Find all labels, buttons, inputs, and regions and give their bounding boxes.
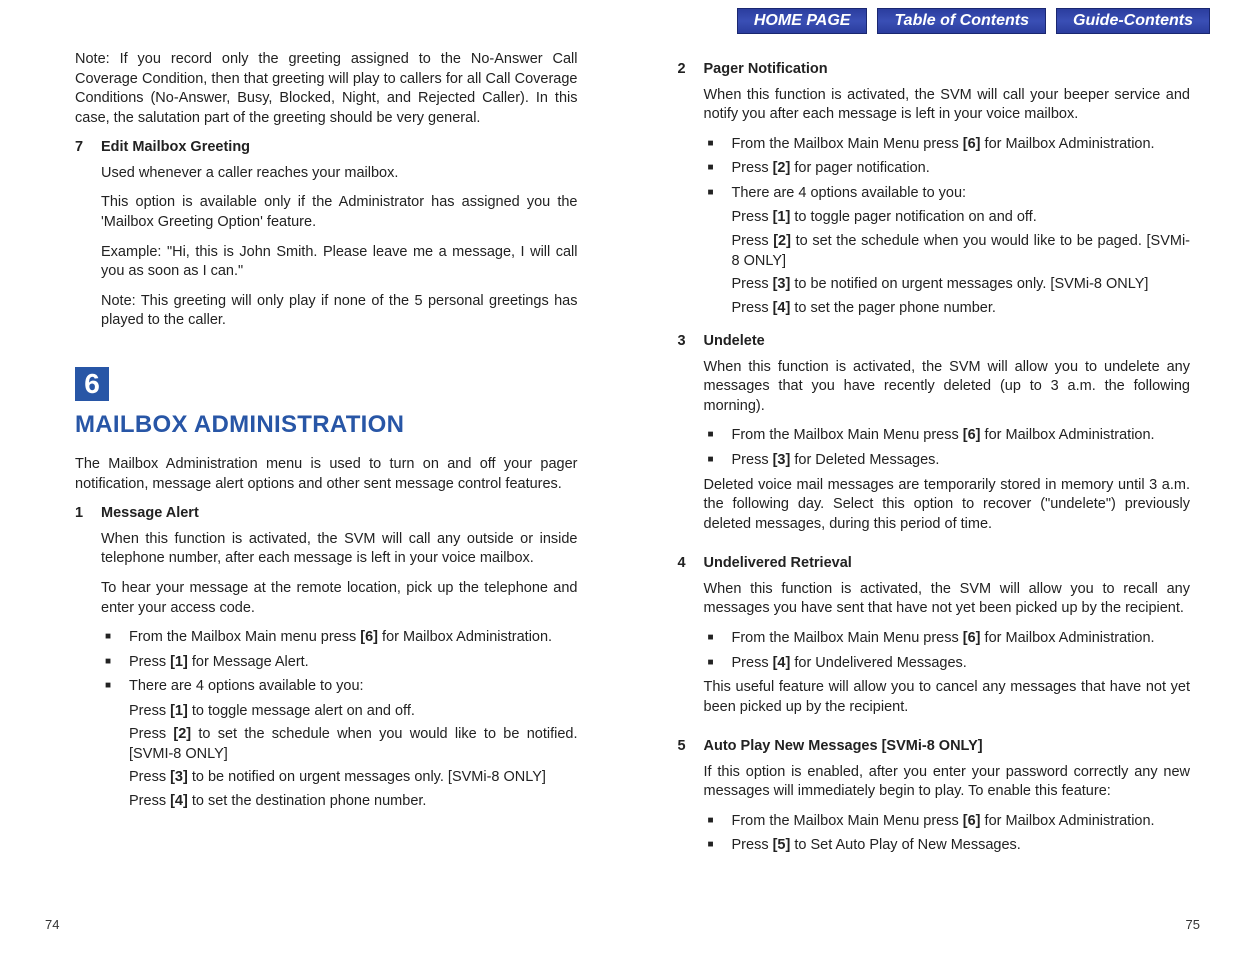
key-label: [3] xyxy=(773,452,791,468)
section-title: Undelivered Retrieval xyxy=(704,554,1191,574)
body-text: Used whenever a caller reaches your mail… xyxy=(101,164,578,184)
list-item: There are 4 options available to you: xyxy=(101,677,578,697)
key-label: [1] xyxy=(170,703,188,719)
chapter-heading: MAILBOX ADMINISTRATION xyxy=(75,409,578,441)
section-number: 1 xyxy=(75,504,101,815)
bullet-list: From the Mailbox Main menu press [6] for… xyxy=(101,628,578,697)
key-label: [6] xyxy=(360,629,378,645)
section-7: 7 Edit Mailbox Greeting Used whenever a … xyxy=(75,138,578,341)
list-item: Press [2] for pager notification. xyxy=(704,159,1191,179)
key-label: [6] xyxy=(963,813,981,829)
body-text: When this function is activated, the SVM… xyxy=(101,530,578,569)
list-item: Press [1] for Message Alert. xyxy=(101,653,578,673)
section-title: Edit Mailbox Greeting xyxy=(101,138,578,158)
body-text: Note: This greeting will only play if no… xyxy=(101,292,578,331)
key-label: [1] xyxy=(170,654,188,670)
list-item: From the Mailbox Main Menu press [6] for… xyxy=(704,629,1191,649)
press-line: Press [3] to be notified on urgent messa… xyxy=(101,768,578,788)
section-1: 1 Message Alert When this function is ac… xyxy=(75,504,578,815)
list-item: From the Mailbox Main Menu press [6] for… xyxy=(704,135,1191,155)
bullet-list: From the Mailbox Main Menu press [6] for… xyxy=(704,426,1191,470)
section-title: Pager Notification xyxy=(704,60,1191,80)
list-item: There are 4 options available to you: xyxy=(704,184,1191,204)
section-number: 3 xyxy=(678,332,704,544)
body-text: When this function is activated, the SVM… xyxy=(704,580,1191,619)
body-text: When this function is activated, the SVM… xyxy=(704,358,1191,417)
body-text: Example: "Hi, this is John Smith. Please… xyxy=(101,243,578,282)
page-number-left: 74 xyxy=(45,917,59,932)
section-title: Auto Play New Messages [SVMi-8 ONLY] xyxy=(704,737,1191,757)
press-line: Press [2] to set the schedule when you w… xyxy=(101,725,578,764)
section-4: 4 Undelivered Retrieval When this functi… xyxy=(678,554,1191,727)
key-label: [4] xyxy=(170,793,188,809)
section-number: 2 xyxy=(678,60,704,322)
chapter-number-box: 6 xyxy=(75,367,109,401)
key-label: [6] xyxy=(963,630,981,646)
section-number: 4 xyxy=(678,554,704,727)
section-number: 7 xyxy=(75,138,101,341)
list-item: From the Mailbox Main menu press [6] for… xyxy=(101,628,578,648)
right-content: 2 Pager Notification When this function … xyxy=(678,60,1191,867)
press-line: Press [1] to toggle pager notification o… xyxy=(704,208,1191,228)
body-text: To hear your message at the remote locat… xyxy=(101,579,578,618)
key-label: [4] xyxy=(773,655,791,671)
key-label: [6] xyxy=(963,427,981,443)
list-item: From the Mailbox Main Menu press [6] for… xyxy=(704,812,1191,832)
section-title: Message Alert xyxy=(101,504,578,524)
list-item: Press [5] to Set Auto Play of New Messag… xyxy=(704,836,1191,856)
list-item: From the Mailbox Main Menu press [6] for… xyxy=(704,426,1191,446)
left-content: Note: If you record only the greeting as… xyxy=(75,50,578,822)
key-label: [2] xyxy=(773,233,791,249)
press-line: Press [1] to toggle message alert on and… xyxy=(101,702,578,722)
body-text: When this function is activated, the SVM… xyxy=(704,86,1191,125)
body-text: If this option is enabled, after you ent… xyxy=(704,763,1191,802)
bullet-list: From the Mailbox Main Menu press [6] for… xyxy=(704,629,1191,673)
section-5: 5 Auto Play New Messages [SVMi-8 ONLY] I… xyxy=(678,737,1191,861)
intro-text: The Mailbox Administration menu is used … xyxy=(75,455,578,494)
nav-buttons: HOME PAGE Table of Contents Guide-Conten… xyxy=(737,8,1210,34)
press-line: Press [4] to set the destination phone n… xyxy=(101,792,578,812)
page-left: Note: If you record only the greeting as… xyxy=(0,0,618,954)
bullet-list: From the Mailbox Main Menu press [6] for… xyxy=(704,135,1191,204)
press-line: Press [4] to set the pager phone number. xyxy=(704,299,1191,319)
key-label: [4] xyxy=(773,300,791,316)
body-text: Deleted voice mail messages are temporar… xyxy=(704,476,1191,535)
section-title: Undelete xyxy=(704,332,1191,352)
section-2: 2 Pager Notification When this function … xyxy=(678,60,1191,322)
key-label: [6] xyxy=(963,136,981,152)
key-label: [2] xyxy=(173,726,191,742)
page-right: HOME PAGE Table of Contents Guide-Conten… xyxy=(618,0,1235,954)
note-top: Note: If you record only the greeting as… xyxy=(75,50,578,128)
list-item: Press [4] for Undelivered Messages. xyxy=(704,654,1191,674)
table-of-contents-button[interactable]: Table of Contents xyxy=(877,8,1046,34)
press-line: Press [2] to set the schedule when you w… xyxy=(704,232,1191,271)
body-text: This useful feature will allow you to ca… xyxy=(704,678,1191,717)
key-label: [3] xyxy=(170,769,188,785)
section-number: 5 xyxy=(678,737,704,861)
key-label: [1] xyxy=(773,209,791,225)
home-page-button[interactable]: HOME PAGE xyxy=(737,8,868,34)
key-label: [2] xyxy=(773,160,791,176)
list-item: Press [3] for Deleted Messages. xyxy=(704,451,1191,471)
guide-contents-button[interactable]: Guide-Contents xyxy=(1056,8,1210,34)
body-text: This option is available only if the Adm… xyxy=(101,193,578,232)
press-line: Press [3] to be notified on urgent messa… xyxy=(704,275,1191,295)
page-number-right: 75 xyxy=(1186,917,1200,932)
key-label: [5] xyxy=(773,837,791,853)
bullet-list: From the Mailbox Main Menu press [6] for… xyxy=(704,812,1191,856)
section-3: 3 Undelete When this function is activat… xyxy=(678,332,1191,544)
key-label: [3] xyxy=(773,276,791,292)
